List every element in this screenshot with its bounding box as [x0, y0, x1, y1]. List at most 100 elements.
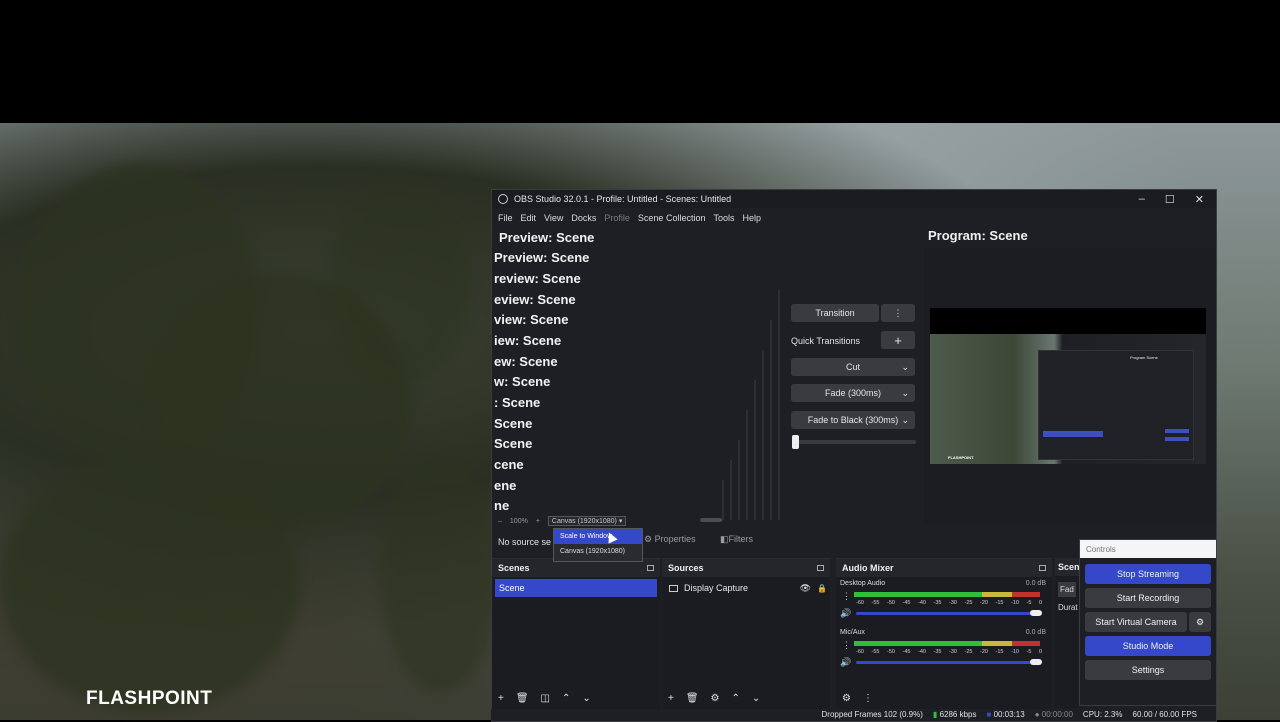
- obs-logo-icon: [498, 194, 508, 204]
- mixer-channel: Mic/Aux 0.0 dB ⋮ -60 -55 -50 -45 -40 -35 -30 -2…: [836, 629, 1052, 681]
- tbar-slider-track[interactable]: [792, 440, 916, 444]
- channel-name: Mic/Aux: [840, 629, 865, 636]
- start-recording-button[interactable]: Start Recording: [1085, 588, 1211, 608]
- volume-slider[interactable]: [856, 612, 1042, 615]
- chevron-down-icon: ⌄: [901, 387, 909, 398]
- gear-icon: ⚙: [1195, 616, 1205, 627]
- tick: -15: [995, 649, 1004, 655]
- channel-menu-icon[interactable]: ⋮: [842, 591, 851, 602]
- start-virtual-camera-button[interactable]: Start Virtual Camera: [1085, 612, 1187, 632]
- dropdown-option-scale-to-window[interactable]: Scale to Window: [554, 529, 642, 544]
- mixer-settings-icon[interactable]: ⚙: [842, 693, 851, 704]
- preview-scrollbar[interactable]: [700, 518, 722, 522]
- add-scene-button[interactable]: +: [498, 693, 504, 704]
- fps: 60.00 / 60.00 FPS: [1132, 710, 1198, 719]
- canvas-select[interactable]: Canvas (1920x1080) ▾: [547, 516, 627, 526]
- eye-icon[interactable]: 👁: [800, 583, 811, 594]
- volume-slider[interactable]: [856, 661, 1042, 664]
- title-bar[interactable]: OBS Studio 32.0.1 - Profile: Untitled - …: [492, 190, 1216, 208]
- volume-slider-handle[interactable]: [1030, 610, 1042, 616]
- program-letterbox: [930, 308, 1206, 334]
- tick: -40: [918, 600, 926, 606]
- source-list-item[interactable]: Display Capture 👁 🔒: [665, 579, 827, 597]
- tick: -40: [918, 649, 926, 655]
- add-source-button[interactable]: +: [668, 693, 674, 704]
- preview-echo: w: Scene: [494, 374, 551, 389]
- record-icon: ●: [1034, 710, 1040, 719]
- stream-time-value: 00:03:13: [993, 710, 1025, 719]
- chevron-down-icon: ▾: [618, 518, 623, 525]
- speaker-icon[interactable]: 🔊: [840, 657, 851, 668]
- menu-edit[interactable]: Edit: [521, 213, 537, 223]
- zoom-out-button[interactable]: –: [498, 518, 502, 525]
- menu-scene-collection[interactable]: Scene Collection: [638, 213, 706, 223]
- properties-button[interactable]: ⚙ Properties: [644, 534, 696, 545]
- add-quick-transition-button[interactable]: +: [881, 331, 915, 349]
- channel-name: Desktop Audio: [840, 580, 886, 587]
- menu-docks[interactable]: Docks: [571, 213, 596, 223]
- scene-filters-icon[interactable]: ◫: [541, 693, 550, 704]
- bitrate-value: 6286 kbps: [939, 710, 977, 719]
- menu-help[interactable]: Help: [742, 213, 761, 223]
- level-meter: [854, 641, 1040, 646]
- quick-transition-fade-black[interactable]: Fade to Black (300ms) ⌄: [791, 411, 915, 429]
- filter-icon: ◧: [720, 534, 729, 544]
- dropdown-option-canvas[interactable]: Canvas (1920x1080): [554, 544, 642, 559]
- move-down-icon[interactable]: ⌄: [752, 693, 760, 704]
- zoom-value: 100%: [509, 517, 528, 525]
- cpu-usage: CPU: 2.3%: [1082, 710, 1123, 719]
- transition-select[interactable]: Fad: [1058, 582, 1076, 597]
- preview-canvas[interactable]: Preview: Scene Preview: Scene review: Sc…: [492, 230, 788, 520]
- tick: -10: [1011, 649, 1019, 655]
- minimize-button[interactable]: –: [1139, 193, 1145, 206]
- close-button[interactable]: ✕: [1195, 193, 1204, 206]
- trash-icon[interactable]: 🗑: [516, 693, 529, 704]
- tick: -55: [871, 649, 880, 655]
- volume-slider-handle[interactable]: [1030, 659, 1042, 665]
- tick: -45: [902, 649, 911, 655]
- tbar-slider-handle[interactable]: [792, 435, 799, 449]
- controls-dock: Controls Stop Streaming Start Recording …: [1079, 539, 1217, 706]
- transition-more-button[interactable]: ⋮: [881, 304, 915, 322]
- preview-echo: view: Scene: [494, 312, 569, 327]
- undock-icon[interactable]: [647, 565, 654, 571]
- sources-title: Sources: [668, 563, 704, 573]
- undock-icon[interactable]: [817, 565, 824, 571]
- chevron-down-icon: ⌄: [901, 414, 909, 425]
- quick-transition-fade[interactable]: Fade (300ms) ⌄: [791, 384, 915, 402]
- settings-button[interactable]: Settings: [1085, 660, 1211, 680]
- scene-name: Scene: [499, 583, 525, 593]
- zoom-in-button[interactable]: +: [536, 518, 540, 525]
- channel-menu-icon[interactable]: ⋮: [842, 640, 851, 651]
- mixer-channel: Desktop Audio 0.0 dB ⋮ -60 -55 -50 -45 -40 -3…: [836, 577, 1052, 629]
- tick: -60: [856, 600, 864, 606]
- move-up-icon[interactable]: ⌃: [732, 693, 740, 704]
- preview-echo: Scene: [494, 436, 533, 451]
- menu-profile[interactable]: Profile: [604, 213, 630, 223]
- gear-icon[interactable]: ⚙: [711, 693, 720, 704]
- mixer-menu-icon[interactable]: ⋮: [863, 693, 873, 704]
- studio-mode-button[interactable]: Studio Mode: [1085, 636, 1211, 656]
- transition-button[interactable]: Transition: [791, 304, 879, 322]
- scene-list-item[interactable]: Scene: [495, 579, 657, 597]
- menu-view[interactable]: View: [544, 213, 563, 223]
- move-up-icon[interactable]: ⌃: [562, 693, 570, 704]
- tick: -25: [964, 600, 973, 606]
- move-down-icon[interactable]: ⌄: [582, 693, 590, 704]
- menu-bar: File Edit View Docks Profile Scene Colle…: [492, 208, 1216, 228]
- maximize-button[interactable]: ☐: [1165, 193, 1175, 206]
- speaker-icon[interactable]: 🔊: [840, 608, 851, 619]
- menu-file[interactable]: File: [498, 213, 513, 223]
- tick: -45: [902, 600, 911, 606]
- bitrate: ▮ 6286 kbps: [933, 710, 977, 719]
- undock-icon[interactable]: [1039, 565, 1046, 571]
- menu-tools[interactable]: Tools: [713, 213, 734, 223]
- trash-icon[interactable]: 🗑: [686, 693, 699, 704]
- virtual-camera-settings-button[interactable]: ⚙: [1189, 612, 1211, 632]
- filters-button[interactable]: ◧Filters: [720, 534, 753, 545]
- lock-icon[interactable]: 🔒: [817, 584, 827, 593]
- quick-transition-cut[interactable]: Cut ⌄: [791, 358, 915, 376]
- tick: -25: [964, 649, 973, 655]
- stop-streaming-button[interactable]: Stop Streaming: [1085, 564, 1211, 584]
- program-nested-obs: [1038, 350, 1194, 460]
